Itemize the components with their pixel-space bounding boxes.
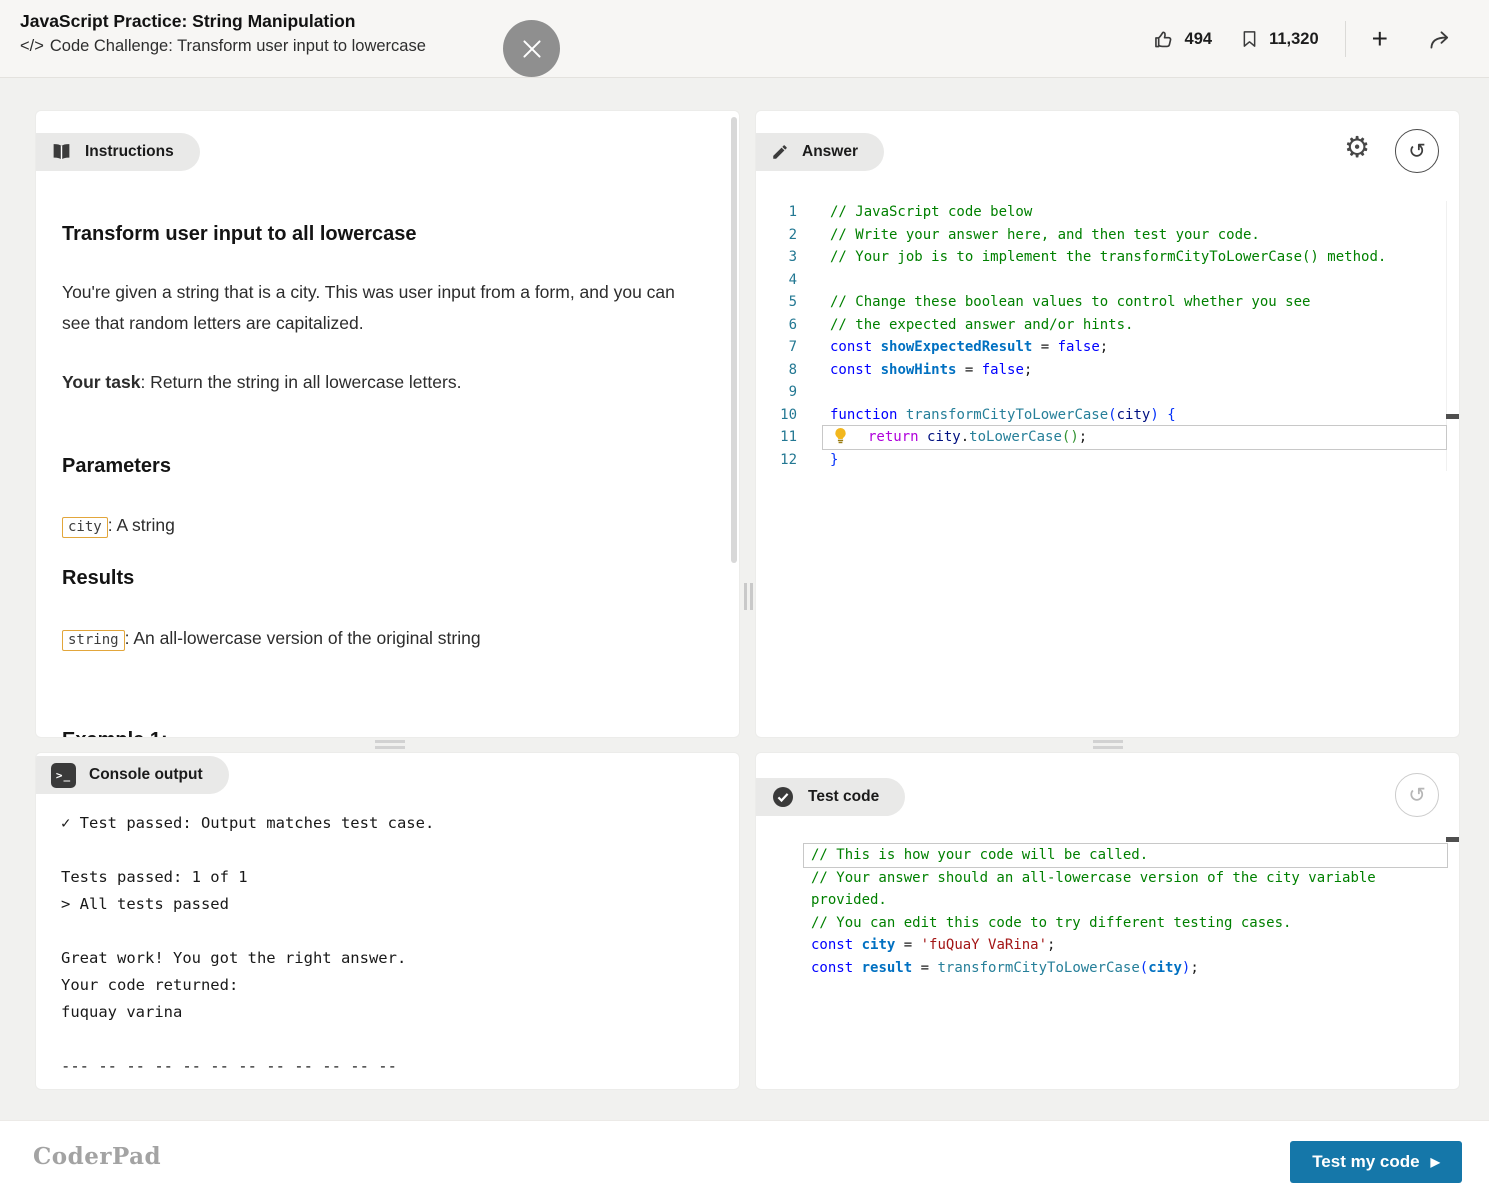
param-chip: city bbox=[62, 517, 108, 538]
horizontal-resize-handle-right[interactable] bbox=[1093, 740, 1123, 749]
line-number: 1 bbox=[756, 201, 823, 224]
code-line[interactable]: const city = 'fuQuaY VaRina'; bbox=[804, 934, 1447, 957]
example-heading: Example 1: bbox=[62, 729, 168, 738]
line-number: 5 bbox=[756, 291, 823, 314]
test-code-editor[interactable]: // This is how your code will be called.… bbox=[804, 844, 1447, 979]
code-line[interactable]: 3// Your job is to implement the transfo… bbox=[756, 246, 1446, 269]
answer-code-editor[interactable]: 1// JavaScript code below2// Write your … bbox=[756, 201, 1447, 471]
task-label: Your task bbox=[62, 372, 140, 392]
line-number: 4 bbox=[756, 269, 823, 292]
result-desc: : An all-lowercase version of the origin… bbox=[125, 628, 481, 648]
close-button[interactable] bbox=[503, 20, 560, 77]
tab-test-code-label: Test code bbox=[808, 788, 879, 806]
instructions-panel: Instructions Transform user input to all… bbox=[35, 110, 740, 738]
header-text: JavaScript Practice: String Manipulation… bbox=[20, 11, 426, 56]
results-heading: Results bbox=[62, 567, 134, 590]
tab-answer-label: Answer bbox=[802, 143, 858, 161]
line-number: 6 bbox=[756, 314, 823, 337]
thumbs-up-icon[interactable] bbox=[1153, 28, 1175, 50]
code-line[interactable]: const result = transformCityToLowerCase(… bbox=[804, 957, 1447, 980]
bookmarks-stat[interactable]: 11,320 bbox=[1240, 28, 1319, 50]
instructions-scrollbar[interactable] bbox=[731, 117, 737, 563]
editor-overview-marker bbox=[1446, 837, 1459, 842]
tab-test-code[interactable]: Test code bbox=[756, 778, 905, 816]
code-line[interactable]: 4 bbox=[756, 269, 1446, 292]
lightbulb-icon[interactable] bbox=[830, 426, 868, 449]
code-line[interactable]: 6// the expected answer and/or hints. bbox=[756, 314, 1446, 337]
likes-stat[interactable]: 494 bbox=[1153, 28, 1213, 50]
share-icon[interactable] bbox=[1428, 29, 1453, 50]
challenge-heading: Transform user input to all lowercase bbox=[62, 223, 417, 246]
code-line[interactable]: 10function transformCityToLowerCase(city… bbox=[756, 404, 1446, 427]
line-number: 10 bbox=[756, 404, 823, 427]
parameter-row: city: A string bbox=[62, 510, 695, 543]
tab-console-output[interactable]: >_ Console output bbox=[36, 756, 229, 794]
code-tag-icon: </> bbox=[20, 37, 44, 55]
page-title: JavaScript Practice: String Manipulation bbox=[20, 11, 426, 32]
line-number: 9 bbox=[756, 381, 823, 404]
code-line[interactable]: 5// Change these boolean values to contr… bbox=[756, 291, 1446, 314]
page-subtitle-text: Code Challenge: Transform user input to … bbox=[50, 37, 426, 55]
settings-gear-icon[interactable]: ⚙ bbox=[1344, 133, 1370, 162]
close-icon bbox=[519, 36, 545, 62]
header-stats: 494 11,320 + bbox=[1153, 22, 1453, 56]
line-number: 8 bbox=[756, 359, 823, 382]
code-line[interactable]: // This is how your code will be called. bbox=[804, 844, 1447, 867]
line-number: 7 bbox=[756, 336, 823, 359]
bookmarks-count: 11,320 bbox=[1269, 30, 1319, 49]
workspace: Instructions Transform user input to all… bbox=[0, 78, 1489, 1120]
check-circle-icon bbox=[771, 785, 795, 809]
code-line[interactable]: // Your answer should an all-lowercase v… bbox=[804, 867, 1447, 912]
header-divider bbox=[1345, 21, 1346, 57]
book-icon bbox=[51, 143, 72, 161]
line-number: 12 bbox=[756, 449, 823, 472]
reset-test-button[interactable]: ↺ bbox=[1395, 773, 1439, 817]
pencil-icon bbox=[771, 143, 789, 161]
footer: CoderPad Test my code ▶ bbox=[0, 1120, 1489, 1197]
code-line[interactable]: 9 bbox=[756, 381, 1446, 404]
line-number: 3 bbox=[756, 246, 823, 269]
horizontal-resize-handle-left[interactable] bbox=[375, 740, 405, 749]
parameters-heading: Parameters bbox=[62, 455, 171, 478]
terminal-icon: >_ bbox=[51, 763, 76, 788]
code-line[interactable]: 11return city.toLowerCase(); bbox=[756, 426, 1446, 449]
tab-answer[interactable]: Answer bbox=[756, 133, 884, 171]
add-button[interactable]: + bbox=[1372, 25, 1388, 53]
tab-console-label: Console output bbox=[89, 766, 203, 784]
code-line[interactable]: 12} bbox=[756, 449, 1446, 472]
challenge-intro: You're given a string that is a city. Th… bbox=[62, 277, 695, 339]
code-line[interactable]: // You can edit this code to try differe… bbox=[804, 912, 1447, 935]
code-line[interactable]: 8const showHints = false; bbox=[756, 359, 1446, 382]
result-chip: string bbox=[62, 630, 125, 651]
reset-answer-button[interactable]: ↺ bbox=[1395, 129, 1439, 173]
tab-instructions-label: Instructions bbox=[85, 143, 174, 161]
header: JavaScript Practice: String Manipulation… bbox=[0, 0, 1489, 78]
task-text: : Return the string in all lowercase let… bbox=[140, 372, 461, 392]
tab-instructions[interactable]: Instructions bbox=[36, 133, 200, 171]
page-subtitle: </> Code Challenge: Transform user input … bbox=[20, 37, 426, 56]
test-my-code-button[interactable]: Test my code ▶ bbox=[1290, 1141, 1462, 1183]
coderpad-logo: CoderPad bbox=[33, 1143, 161, 1170]
line-number: 2 bbox=[756, 224, 823, 247]
bookmark-icon[interactable] bbox=[1240, 28, 1259, 50]
editor-overview-marker bbox=[1446, 414, 1459, 419]
param-desc: : A string bbox=[108, 515, 175, 535]
vertical-resize-handle[interactable] bbox=[744, 583, 753, 610]
likes-count: 494 bbox=[1185, 30, 1213, 49]
test-my-code-label: Test my code bbox=[1312, 1152, 1419, 1172]
console-output-text: ✓ Test passed: Output matches test case.… bbox=[61, 810, 721, 1080]
challenge-task: Your task: Return the string in all lowe… bbox=[62, 367, 695, 398]
line-number: 11 bbox=[756, 426, 823, 449]
code-line[interactable]: 1// JavaScript code below bbox=[756, 201, 1446, 224]
play-icon: ▶ bbox=[1431, 1155, 1440, 1169]
code-line[interactable]: 7const showExpectedResult = false; bbox=[756, 336, 1446, 359]
test-code-panel: Test code ↺ // This is how your code wil… bbox=[755, 752, 1460, 1090]
answer-panel: Answer ⚙ ↺ 1// JavaScript code below2// … bbox=[755, 110, 1460, 738]
code-line[interactable]: 2// Write your answer here, and then tes… bbox=[756, 224, 1446, 247]
result-row: string: An all-lowercase version of the … bbox=[62, 623, 695, 656]
console-panel: >_ Console output ✓ Test passed: Output … bbox=[35, 752, 740, 1090]
